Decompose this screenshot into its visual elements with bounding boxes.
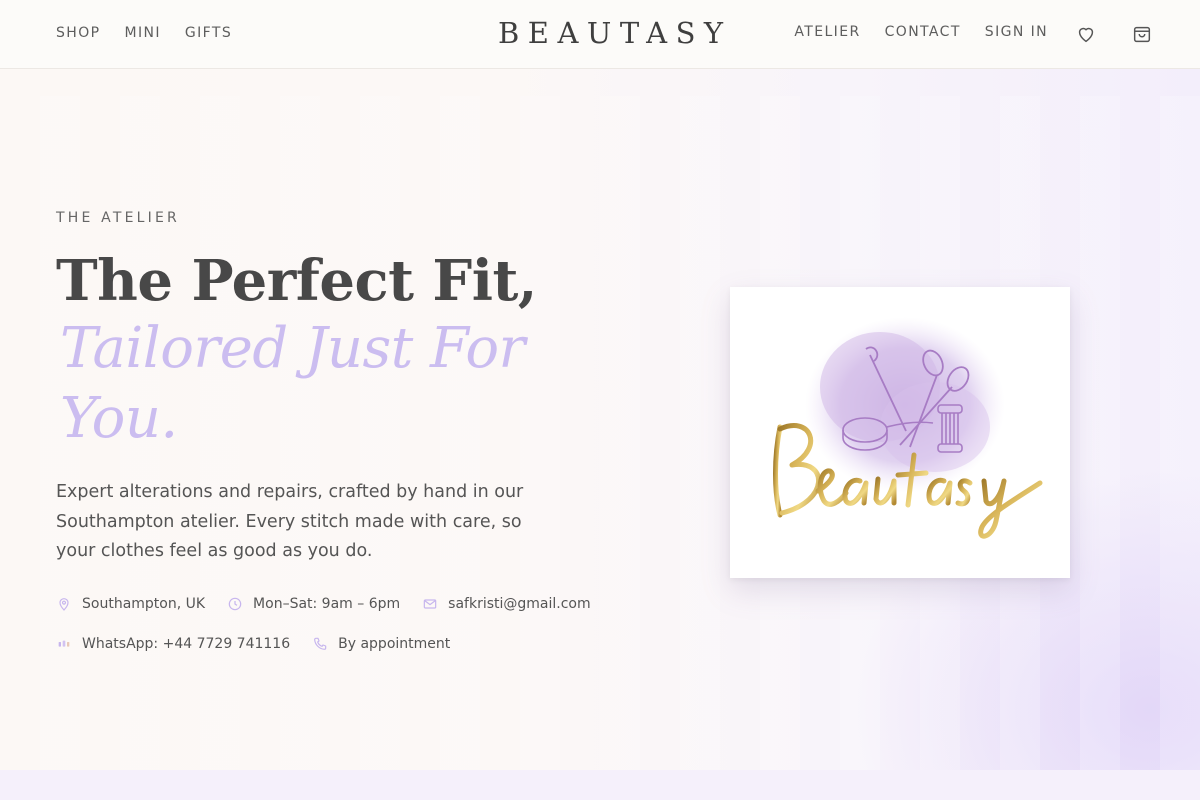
shopping-bag-icon[interactable] <box>1131 23 1153 45</box>
nav-link-gifts[interactable]: GIFTS <box>185 25 232 41</box>
location-pin-icon <box>56 596 72 612</box>
mail-icon <box>422 596 438 612</box>
site-header: SHOP MINI GIFTS BEAUTASY ATELIER CONTACT… <box>0 0 1200 69</box>
primary-nav: SHOP MINI GIFTS <box>56 25 232 41</box>
contact-location: Southampton, UK <box>56 596 205 612</box>
nav-link-contact[interactable]: CONTACT <box>885 24 961 40</box>
logo-card <box>730 287 1070 578</box>
nav-link-sign-in[interactable]: SIGN IN <box>985 24 1048 40</box>
contact-info-row-2: WhatsApp: +44 7729 741116 By appointment <box>56 636 450 652</box>
nav-link-mini[interactable]: MINI <box>124 25 160 41</box>
clock-icon <box>227 596 243 612</box>
contact-email[interactable]: safkristi@gmail.com <box>422 596 591 612</box>
heart-icon[interactable] <box>1075 23 1097 45</box>
contact-appointment: By appointment <box>312 636 450 652</box>
secondary-nav: ATELIER CONTACT SIGN IN <box>794 24 1048 40</box>
nav-link-shop[interactable]: SHOP <box>56 25 100 41</box>
brand-wordmark[interactable]: BEAUTASY <box>498 16 732 50</box>
beautasy-logo-image <box>773 317 1043 539</box>
hero-title-accent: Tailored Just For You. <box>60 316 525 451</box>
hero-description: Expert alterations and repairs, crafted … <box>56 482 524 561</box>
phone-icon <box>312 636 328 652</box>
contact-location-text: Southampton, UK <box>82 596 206 612</box>
nav-link-atelier[interactable]: ATELIER <box>794 24 860 40</box>
contact-whatsapp-text[interactable]: WhatsApp: +44 7729 741116 <box>82 636 290 652</box>
next-section-edge <box>0 770 1200 800</box>
contact-hours: Mon–Sat: 9am – 6pm <box>227 596 400 612</box>
contact-email-text[interactable]: safkristi@gmail.com <box>448 596 590 612</box>
hero-section: THE ATELIER The Perfect Fit, Tailored Ju… <box>0 69 1200 770</box>
whatsapp-icon <box>56 636 72 652</box>
hero-title: The Perfect Fit, <box>56 248 537 314</box>
hero-eyebrow: THE ATELIER <box>56 210 180 226</box>
contact-info-row: Southampton, UK Mon–Sat: 9am – 6pm safkr… <box>56 596 591 612</box>
contact-whatsapp[interactable]: WhatsApp: +44 7729 741116 <box>56 636 290 652</box>
contact-hours-text: Mon–Sat: 9am – 6pm <box>253 596 401 612</box>
contact-appointment-text: By appointment <box>338 636 451 652</box>
